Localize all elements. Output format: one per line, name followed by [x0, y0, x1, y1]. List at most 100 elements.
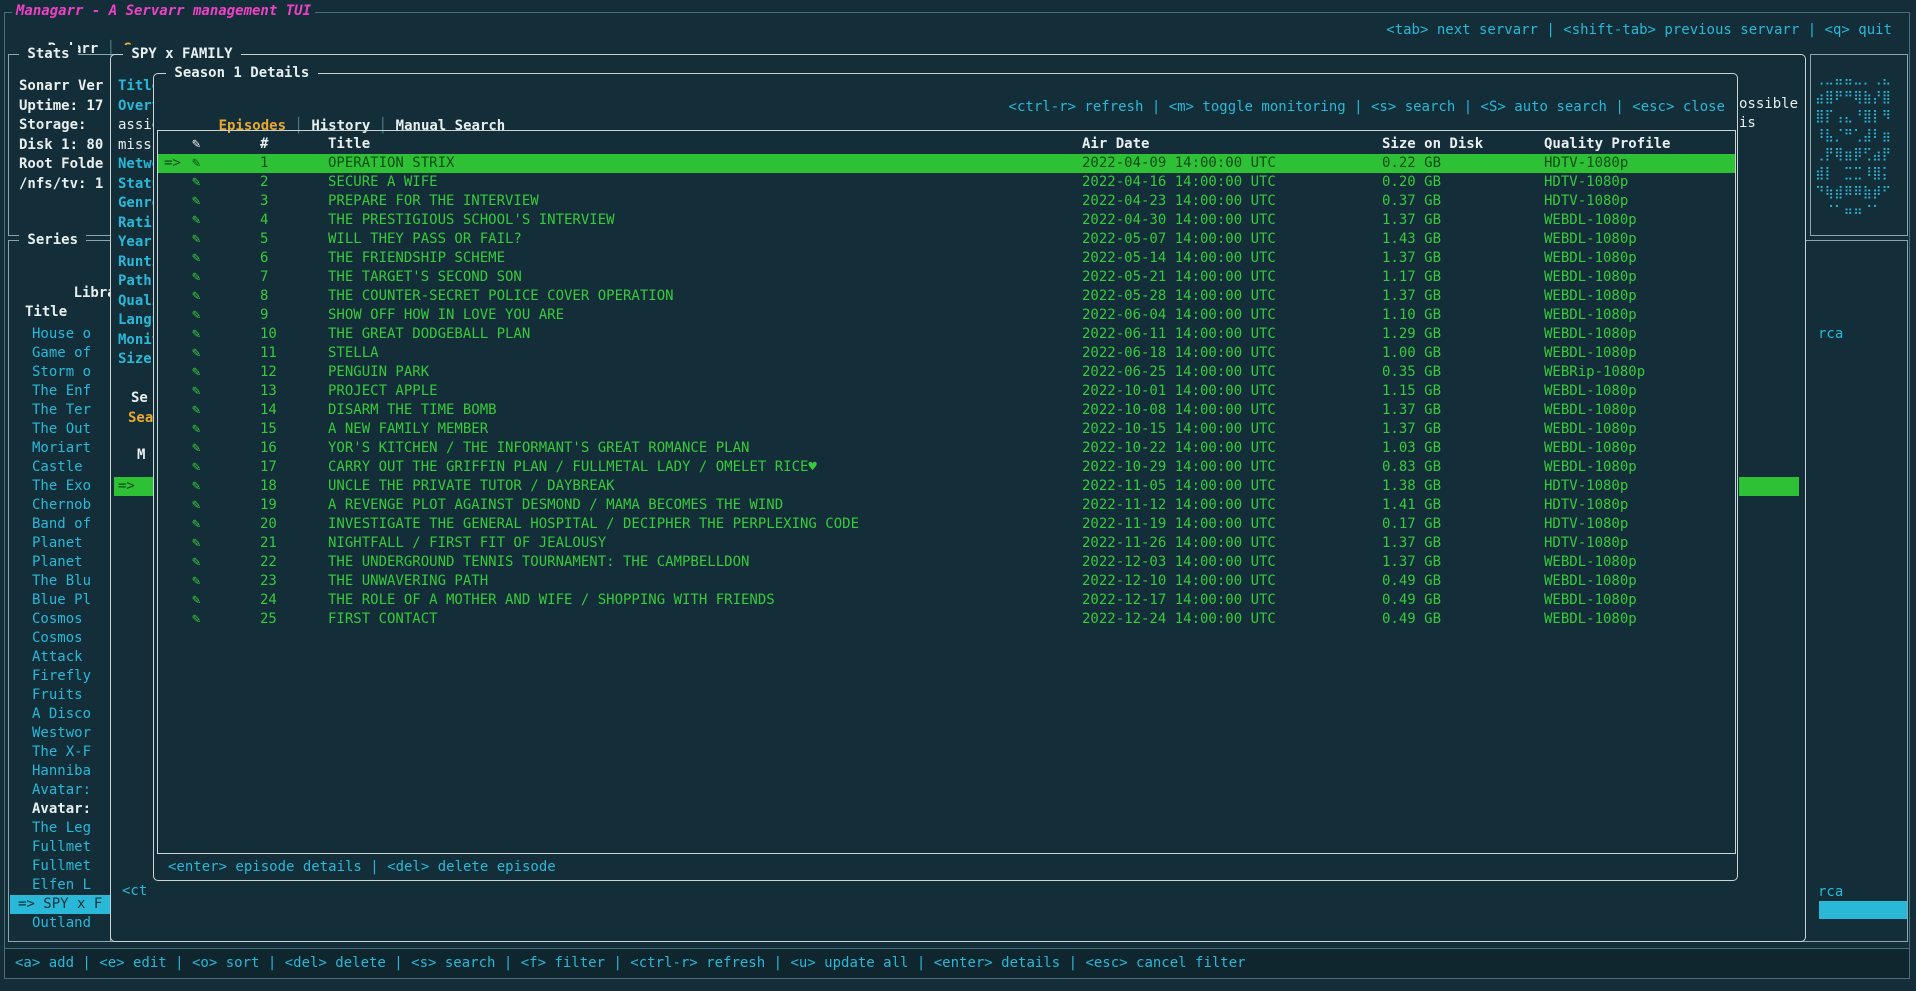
episode-title: PENGUIN PARK — [324, 363, 1078, 382]
episode-air-date: 2022-10-15 14:00:00 UTC — [1078, 420, 1378, 439]
episode-air-date: 2022-12-17 14:00:00 UTC — [1078, 591, 1378, 610]
episode-number: 19 — [258, 496, 324, 515]
seasons-header-fragment: M — [137, 446, 145, 465]
episode-size: 0.37 GB — [1378, 192, 1540, 211]
episode-air-date: 2022-10-29 14:00:00 UTC — [1078, 458, 1378, 477]
episode-row[interactable]: ✎ 21 NIGHTFALL / FIRST FIT OF JEALOUSY 2… — [158, 534, 1735, 553]
seasons-block-title-fragment: Se — [131, 389, 148, 408]
header-title: Title — [324, 134, 1078, 154]
episode-selection-marker — [158, 306, 190, 325]
header-number: # — [258, 134, 324, 154]
episode-row[interactable]: ✎ 12 PENGUIN PARK 2022-06-25 14:00:00 UT… — [158, 363, 1735, 382]
episode-row[interactable]: ✎ 24 THE ROLE OF A MOTHER AND WIFE / SHO… — [158, 591, 1735, 610]
episode-number: 9 — [258, 306, 324, 325]
episode-title: THE UNWAVERING PATH — [324, 572, 1078, 591]
episode-size: 1.43 GB — [1378, 230, 1540, 249]
episode-row[interactable]: ✎ 16 YOR'S KITCHEN / THE INFORMANT'S GRE… — [158, 439, 1735, 458]
episode-quality-profile: HDTV-1080p — [1540, 154, 1735, 173]
seasons-tab-fragment[interactable]: Sea — [128, 409, 153, 428]
logo-art-line: ⣿⡏⢠⣄⠘⣿⡇⠻ — [1815, 107, 1905, 126]
episode-air-date: 2022-04-09 14:00:00 UTC — [1078, 154, 1378, 173]
episode-air-date: 2022-12-24 14:00:00 UTC — [1078, 610, 1378, 629]
episode-selection-marker: => — [158, 154, 190, 173]
monitored-icon: ✎ — [190, 363, 258, 382]
managarr-tui-screen: Managarr - A Servarr management TUI Rada… — [0, 0, 1916, 991]
episode-row[interactable]: ✎ 5 WILL THEY PASS OR FAIL? 2022-05-07 1… — [158, 230, 1735, 249]
episode-row[interactable]: ✎ 11 STELLA 2022-06-18 14:00:00 UTC 1.00… — [158, 344, 1735, 363]
episode-air-date: 2022-05-07 14:00:00 UTC — [1078, 230, 1378, 249]
episode-number: 12 — [258, 363, 324, 382]
episode-row[interactable]: ✎ 4 THE PRESTIGIOUS SCHOOL'S INTERVIEW 2… — [158, 211, 1735, 230]
episode-number: 17 — [258, 458, 324, 477]
episode-row[interactable]: ✎ 20 INVESTIGATE THE GENERAL HOSPITAL / … — [158, 515, 1735, 534]
episode-size: 0.49 GB — [1378, 610, 1540, 629]
episode-number: 23 — [258, 572, 324, 591]
logo-ascii-art: ⢀⣀⣤⣤⣀⡀⢀⣄⣴⣿⠟⠛⢿⣷⡜⣿⣿⡏⢠⣄⠘⣿⡇⠻⠸⣧⡈⠛⢁⣼⠇⣶⢀⡟⢿⣶⡿⢋⣴⡟… — [1815, 69, 1905, 221]
episode-row[interactable]: ✎ 18 UNCLE THE PRIVATE TUTOR / DAYBREAK … — [158, 477, 1735, 496]
episode-number: 15 — [258, 420, 324, 439]
episode-title: PROJECT APPLE — [324, 382, 1078, 401]
library-selected-row-fragment — [1819, 901, 1907, 919]
episode-row[interactable]: ✎ 19 A REVENGE PLOT AGAINST DESMOND / MA… — [158, 496, 1735, 515]
logo-art-line: ⠸⣧⡈⠛⢁⣼⠇⣶ — [1815, 126, 1905, 145]
episode-row[interactable]: ✎ 22 THE UNDERGROUND TENNIS TOURNAMENT: … — [158, 553, 1735, 572]
episode-air-date: 2022-05-28 14:00:00 UTC — [1078, 287, 1378, 306]
episode-size: 1.41 GB — [1378, 496, 1540, 515]
episode-size: 0.49 GB — [1378, 572, 1540, 591]
episode-selection-marker — [158, 610, 190, 629]
episode-row[interactable]: ✎ 7 THE TARGET'S SECOND SON 2022-05-21 1… — [158, 268, 1735, 287]
monitored-icon: ✎ — [190, 173, 258, 192]
episode-quality-profile: WEBDL-1080p — [1540, 249, 1735, 268]
episode-number: 20 — [258, 515, 324, 534]
episode-quality-profile: HDTV-1080p — [1540, 496, 1735, 515]
episode-row[interactable]: ✎ 25 FIRST CONTACT 2022-12-24 14:00:00 U… — [158, 610, 1735, 629]
episode-air-date: 2022-10-08 14:00:00 UTC — [1078, 401, 1378, 420]
episode-title: THE TARGET'S SECOND SON — [324, 268, 1078, 287]
episode-size: 0.17 GB — [1378, 515, 1540, 534]
episode-title: A REVENGE PLOT AGAINST DESMOND / MAMA BE… — [324, 496, 1078, 515]
episode-size: 0.22 GB — [1378, 154, 1540, 173]
episode-number: 1 — [258, 154, 324, 173]
episode-number: 6 — [258, 249, 324, 268]
episode-selection-marker — [158, 477, 190, 496]
episode-row[interactable]: ✎ 17 CARRY OUT THE GRIFFIN PLAN / FULLME… — [158, 458, 1735, 477]
episode-air-date: 2022-11-19 14:00:00 UTC — [1078, 515, 1378, 534]
episode-size: 1.29 GB — [1378, 325, 1540, 344]
episode-row[interactable]: ✎ 3 PREPARE FOR THE INTERVIEW 2022-04-23… — [158, 192, 1735, 211]
episode-size: 1.37 GB — [1378, 420, 1540, 439]
episode-row[interactable]: ✎ 14 DISARM THE TIME BOMB 2022-10-08 14:… — [158, 401, 1735, 420]
episode-row[interactable]: ✎ 10 THE GREAT DODGEBALL PLAN 2022-06-11… — [158, 325, 1735, 344]
episode-number: 18 — [258, 477, 324, 496]
episode-title: PREPARE FOR THE INTERVIEW — [324, 192, 1078, 211]
episode-row[interactable]: ✎ 8 THE COUNTER-SECRET POLICE COVER OPER… — [158, 287, 1735, 306]
monitored-icon: ✎ — [190, 420, 258, 439]
monitored-icon: ✎ — [190, 249, 258, 268]
episode-number: 24 — [258, 591, 324, 610]
episode-row[interactable]: ✎ 13 PROJECT APPLE 2022-10-01 14:00:00 U… — [158, 382, 1735, 401]
episode-row[interactable]: => ✎ 1 OPERATION STRIX 2022-04-09 14:00:… — [158, 154, 1735, 173]
episode-quality-profile: WEBDL-1080p — [1540, 268, 1735, 287]
episode-title: FIRST CONTACT — [324, 610, 1078, 629]
episode-air-date: 2022-10-22 14:00:00 UTC — [1078, 439, 1378, 458]
episode-air-date: 2022-06-25 14:00:00 UTC — [1078, 363, 1378, 382]
monitored-column-icon: ✎ — [190, 134, 258, 154]
episode-number: 11 — [258, 344, 324, 363]
episode-quality-profile: WEBDL-1080p — [1540, 458, 1735, 477]
episode-quality-profile: WEBDL-1080p — [1540, 325, 1735, 344]
monitored-icon: ✎ — [190, 344, 258, 363]
episode-row[interactable]: ✎ 23 THE UNWAVERING PATH 2022-12-10 14:0… — [158, 572, 1735, 591]
episode-selection-marker — [158, 211, 190, 230]
episode-size: 0.20 GB — [1378, 173, 1540, 192]
episode-selection-marker — [158, 249, 190, 268]
episode-quality-profile: WEBDL-1080p — [1540, 401, 1735, 420]
episode-quality-profile: WEBDL-1080p — [1540, 420, 1735, 439]
episode-size: 0.35 GB — [1378, 363, 1540, 382]
episode-quality-profile: HDTV-1080p — [1540, 515, 1735, 534]
episode-row[interactable]: ✎ 9 SHOW OFF HOW IN LOVE YOU ARE 2022-06… — [158, 306, 1735, 325]
episode-size: 1.03 GB — [1378, 439, 1540, 458]
episode-air-date: 2022-12-10 14:00:00 UTC — [1078, 572, 1378, 591]
episode-row[interactable]: ✎ 6 THE FRIENDSHIP SCHEME 2022-05-14 14:… — [158, 249, 1735, 268]
episode-row[interactable]: ✎ 2 SECURE A WIFE 2022-04-16 14:00:00 UT… — [158, 173, 1735, 192]
monitored-icon: ✎ — [190, 477, 258, 496]
episode-row[interactable]: ✎ 15 A NEW FAMILY MEMBER 2022-10-15 14:0… — [158, 420, 1735, 439]
